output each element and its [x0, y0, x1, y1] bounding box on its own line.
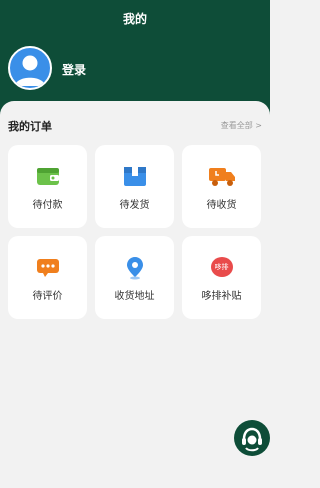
order-pending-payment-button[interactable]: 待付款	[8, 145, 87, 228]
order-item-label: 待发货	[119, 200, 150, 211]
customer-service-button[interactable]	[234, 420, 270, 456]
wallet-icon	[36, 168, 59, 185]
subsidy-icon: 哆排	[210, 256, 234, 278]
order-item-label: 待收货	[206, 200, 237, 211]
customer-service-icon	[242, 427, 262, 452]
order-item-label: 收货地址	[114, 291, 155, 302]
user-avatar-icon	[15, 55, 45, 86]
order-pending-receipt-button[interactable]: 待收货	[182, 145, 261, 228]
comment-icon	[36, 259, 59, 277]
subsidy-button[interactable]: 哆排 哆排补贴	[182, 236, 261, 319]
order-item-label: 哆排补贴	[201, 291, 242, 302]
orders-section-title: 我的订单	[8, 120, 52, 133]
order-pending-shipment-button[interactable]: 待发货	[95, 145, 174, 228]
avatar[interactable]	[8, 46, 52, 90]
order-pending-review-button[interactable]: 待评价	[8, 236, 87, 319]
view-all-orders-link[interactable]: 查看全部 >	[221, 120, 262, 131]
order-item-label: 待付款	[32, 200, 63, 211]
page-title: 我的	[122, 12, 147, 26]
login-link[interactable]: 登录	[62, 61, 86, 78]
box-icon	[123, 167, 146, 186]
shipping-address-button[interactable]: 收货地址	[95, 236, 174, 319]
order-item-label: 待评价	[32, 291, 63, 302]
location-icon	[126, 257, 143, 280]
truck-icon	[208, 168, 235, 186]
